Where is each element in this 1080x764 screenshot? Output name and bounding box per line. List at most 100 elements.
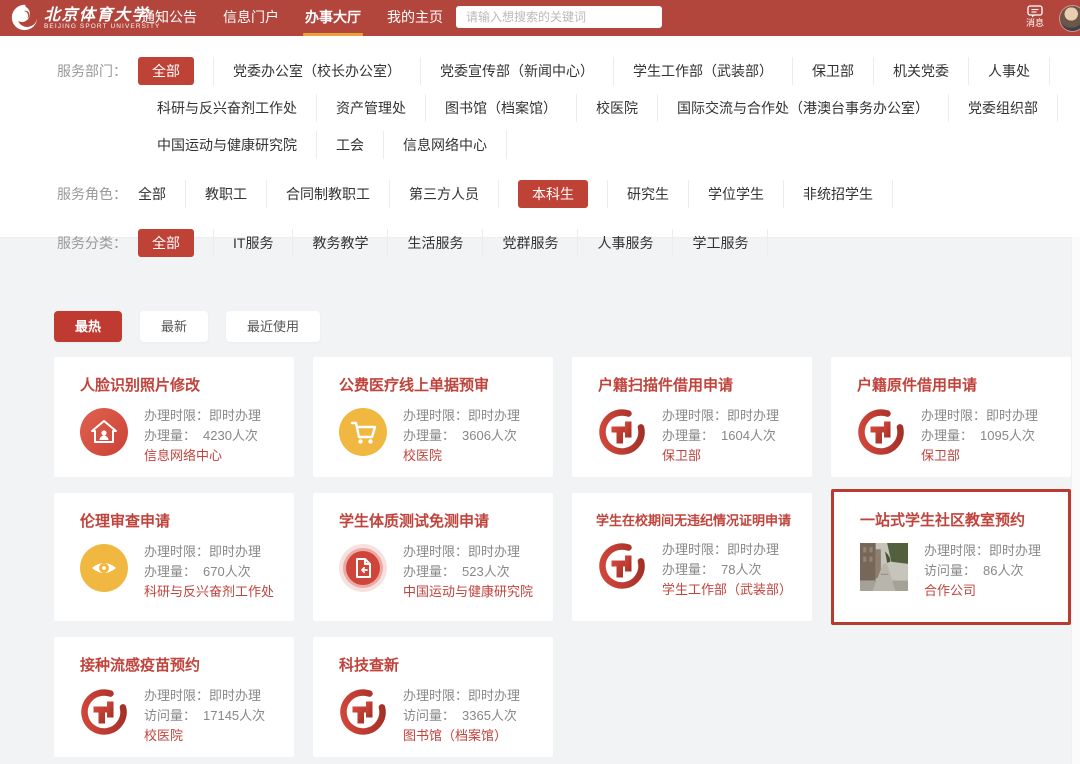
usage-count-label: 办理量： xyxy=(662,562,714,577)
service-card-department: 科研与反兴奋剂工作处 xyxy=(144,582,274,602)
filter-chip[interactable]: 学工服务 xyxy=(673,229,768,257)
filter-chip[interactable]: 党群服务 xyxy=(483,229,578,257)
filter-chip[interactable]: 国际交流与合作处（港澳台事务办公室） xyxy=(658,94,949,122)
service-card[interactable]: 公费医疗线上单据预审办理时限：即时办理办理量：3606人次校医院 xyxy=(313,357,553,477)
message-bubble-icon xyxy=(1027,5,1043,18)
filter-chip-list: 全部IT服务教务教学生活服务党群服务人事服务学工服务 xyxy=(138,229,1080,257)
service-card-department: 保卫部 xyxy=(662,446,779,466)
service-card-body: 办理时限：即时办理办理量： 670人次科研与反兴奋剂工作处 xyxy=(80,542,294,602)
service-card-title: 人脸识别照片修改 xyxy=(80,374,274,395)
filter-chip[interactable]: 科研与反兴奋剂工作处 xyxy=(138,94,317,122)
usage-count-label: 办理量： xyxy=(144,428,196,443)
nav-item[interactable]: 办事大厅 xyxy=(292,0,374,36)
service-card[interactable]: 科技查新办理时限：即时办理访问量：3365人次图书馆（档案馆） xyxy=(313,637,553,757)
nav-item[interactable]: 我的主页 xyxy=(374,0,456,36)
tab-inactive[interactable]: 最新 xyxy=(140,311,208,342)
usage-count-label: 办理量： xyxy=(921,428,973,443)
filter-chip[interactable]: 人事处 xyxy=(969,57,1050,85)
campus-photo xyxy=(860,543,908,591)
service-card[interactable]: 一站式学生社区教室预约办理时限：即时办理访问量：86人次合作公司 xyxy=(831,489,1071,625)
filter-chip[interactable]: 党委组织部 xyxy=(949,94,1058,122)
tab-inactive[interactable]: 最近使用 xyxy=(226,311,320,342)
filter-chip[interactable]: 第三方人员 xyxy=(390,180,499,208)
service-card-department: 校医院 xyxy=(144,726,265,746)
eye-icon xyxy=(80,544,128,592)
filter-chip[interactable]: 中国运动与健康研究院 xyxy=(138,131,317,159)
filter-chip[interactable]: 非统招学生 xyxy=(784,180,893,208)
service-card-title: 户籍扫描件借用申请 xyxy=(598,374,792,395)
service-card[interactable]: 接种流感疫苗预约办理时限：即时办理访问量：17145人次校医院 xyxy=(54,637,294,757)
usage-count-value: 1604人次 xyxy=(721,428,776,443)
filter-chip[interactable]: 资产管理处 xyxy=(317,94,426,122)
usage-count-line: 办理量：523人次 xyxy=(403,562,533,582)
university-emblem xyxy=(598,408,646,456)
usage-count-line: 访问量：86人次 xyxy=(924,561,1041,581)
processing-time-line: 办理时限：即时办理 xyxy=(144,542,274,562)
filter-chip[interactable]: 教务教学 xyxy=(293,229,388,257)
filter-chip[interactable]: 学生工作部（武装部） xyxy=(614,57,793,85)
page-scrollbar[interactable] xyxy=(1071,237,1080,764)
filter-chip[interactable]: 研究生 xyxy=(608,180,689,208)
filter-chip[interactable]: 学位学生 xyxy=(689,180,784,208)
usage-count-value: 670人次 xyxy=(203,564,251,579)
service-card[interactable]: 学生在校期间无违纪情况证明申请办理时限：即时办理办理量：78人次学生工作部（武装… xyxy=(572,493,812,621)
service-card[interactable]: 户籍原件借用申请办理时限：即时办理办理量：1095人次保卫部 xyxy=(831,357,1071,477)
usage-count-line: 办理量：78人次 xyxy=(662,560,792,580)
processing-time-line: 办理时限：即时办理 xyxy=(144,406,261,426)
usage-count-value: 17145人次 xyxy=(203,708,265,723)
filter-chip[interactable]: 党委宣传部（新闻中心） xyxy=(421,57,614,85)
filter-chip-selected-pill: 本科生 xyxy=(518,180,588,208)
filter-chip[interactable]: 全部 xyxy=(138,57,214,85)
service-card-department: 校医院 xyxy=(403,446,520,466)
processing-time-line: 办理时限：即时办理 xyxy=(144,686,265,706)
usage-count-line: 办理量：4230人次 xyxy=(144,426,261,446)
filter-chip[interactable]: 全部 xyxy=(138,180,186,208)
filter-chip[interactable]: 党委办公室（校长办公室） xyxy=(214,57,421,85)
usage-count-label: 办理量： xyxy=(144,564,196,579)
service-card-body: 办理时限：即时办理办理量：78人次学生工作部（武装部） xyxy=(598,540,812,600)
service-card-title: 科技查新 xyxy=(339,654,533,675)
user-avatar[interactable] xyxy=(1060,6,1080,31)
filter-chip[interactable]: 生活服务 xyxy=(388,229,483,257)
filter-panel: 服务部门：全部党委办公室（校长办公室）党委宣传部（新闻中心）学生工作部（武装部）… xyxy=(0,36,1080,237)
filter-row-label: 服务角色： xyxy=(57,180,138,208)
service-card-info: 办理时限：即时办理访问量：86人次合作公司 xyxy=(924,541,1041,601)
filter-chip[interactable]: 合同制教职工 xyxy=(267,180,390,208)
usage-count-label: 办理量： xyxy=(403,428,455,443)
filter-chip[interactable]: 工会 xyxy=(317,131,384,159)
service-card-department: 学生工作部（武装部） xyxy=(662,580,792,600)
service-card-body: 办理时限：即时办理访问量：17145人次校医院 xyxy=(80,686,294,746)
nav-item[interactable]: 信息门户 xyxy=(210,0,292,36)
processing-time-line: 办理时限：即时办理 xyxy=(662,540,792,560)
service-card-title: 学生体质测试免测申请 xyxy=(339,510,533,531)
filter-chip[interactable]: 信息网络中心 xyxy=(384,131,507,159)
home-icon xyxy=(80,408,128,456)
filter-chip[interactable]: 全部 xyxy=(138,229,214,257)
filter-chip[interactable]: 图书馆（档案馆） xyxy=(426,94,577,122)
tab-active[interactable]: 最热 xyxy=(54,311,122,342)
nav-item[interactable]: 通知公告 xyxy=(128,0,210,36)
filter-row: 服务分类：全部IT服务教务教学生活服务党群服务人事服务学工服务 xyxy=(0,229,1080,257)
service-card-department: 图书馆（档案馆） xyxy=(403,726,520,746)
service-card-info: 办理时限：即时办理访问量：3365人次图书馆（档案馆） xyxy=(403,686,520,746)
service-card[interactable]: 伦理审查申请办理时限：即时办理办理量：670人次科研与反兴奋剂工作处 xyxy=(54,493,294,621)
filter-chip[interactable]: IT服务 xyxy=(214,229,293,257)
service-card[interactable]: 户籍扫描件借用申请办理时限：即时办理办理量：1604人次保卫部 xyxy=(572,357,812,477)
search-input[interactable] xyxy=(456,6,662,28)
filter-chip[interactable]: 机关党委 xyxy=(874,57,969,85)
service-card-body: 办理时限：即时办理办理量：1604人次保卫部 xyxy=(598,406,812,466)
filter-chip[interactable]: 校医院 xyxy=(577,94,658,122)
usage-count-line: 办理量：3606人次 xyxy=(403,426,520,446)
service-card[interactable]: 人脸识别照片修改办理时限：即时办理办理量：4230人次信息网络中心 xyxy=(54,357,294,477)
filter-chip[interactable]: 保卫部 xyxy=(793,57,874,85)
filter-chip[interactable]: 本科生 xyxy=(499,180,608,208)
filter-chip[interactable]: 人事服务 xyxy=(578,229,673,257)
messages-button[interactable]: 消息 xyxy=(1018,2,1052,29)
filter-chip-list: 全部教职工合同制教职工第三方人员本科生研究生学位学生非统招学生 xyxy=(138,180,1080,208)
cart-icon xyxy=(339,408,387,456)
filter-chip[interactable]: 教职工 xyxy=(186,180,267,208)
main-nav: 通知公告信息门户办事大厅我的主页 xyxy=(128,0,456,36)
sort-tabs: 最热最新最近使用 xyxy=(54,311,320,342)
service-card-grid: 人脸识别照片修改办理时限：即时办理办理量：4230人次信息网络中心公费医疗线上单… xyxy=(54,357,1072,757)
service-card[interactable]: 学生体质测试免测申请办理时限：即时办理办理量：523人次中国运动与健康研究院 xyxy=(313,493,553,621)
